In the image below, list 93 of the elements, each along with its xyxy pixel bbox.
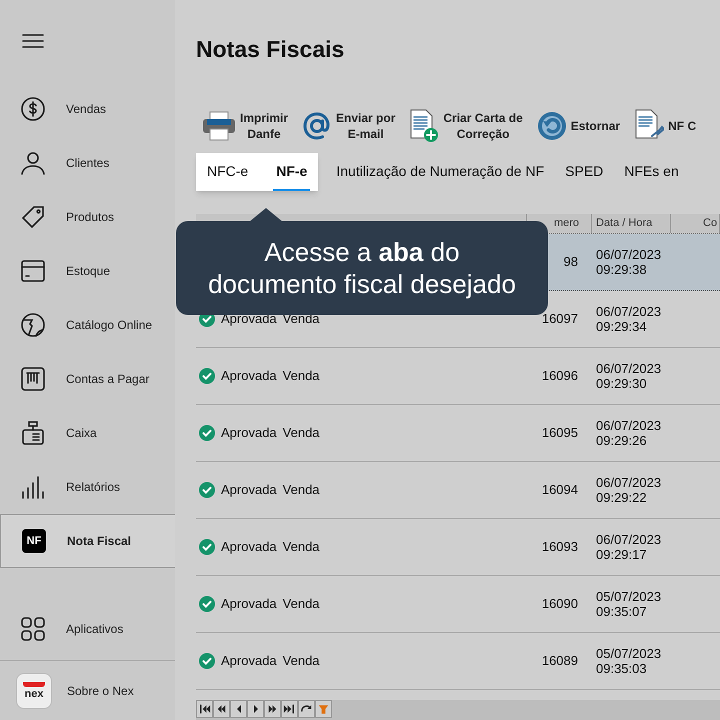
at-sign-icon <box>302 111 332 141</box>
bar-chart-icon <box>21 475 45 499</box>
sidebar-item[interactable]: Produtos <box>0 190 175 244</box>
page-title: Notas Fiscais <box>195 35 346 64</box>
table-row[interactable]: Aprovada Venda 16094 06/07/2023 09:29:22 <box>196 462 720 519</box>
table-row[interactable]: Aprovada Venda 16095 06/07/2023 09:29:26 <box>196 405 720 462</box>
status-text: Aprovada <box>221 310 277 328</box>
status-text: Aprovada <box>221 424 277 442</box>
toolbar-button[interactable]: Criar Carta de Correção <box>409 109 523 143</box>
undo-icon <box>536 111 567 141</box>
table-cell-text: 06/07/2023 09:29:34 <box>595 304 662 334</box>
table-cell-text: 16090 <box>540 595 579 614</box>
nf-badge-icon: NF <box>22 529 46 553</box>
tab[interactable]: NF-e <box>273 153 310 191</box>
column-header: Data / Hora <box>592 214 671 233</box>
box-icon <box>21 259 45 283</box>
toolbar-button[interactable]: Imprimir Danfe <box>202 110 288 142</box>
table-cell-text: 06/07/2023 09:29:22 <box>595 475 662 505</box>
app-grid-icon <box>21 617 45 641</box>
previous-icon <box>236 705 242 713</box>
check-circle-icon <box>199 368 215 384</box>
table-cell-text: 16094 <box>540 481 579 500</box>
table-cell-text: 16097 <box>540 310 579 328</box>
sidebar-item[interactable]: Contas a Pagar <box>0 352 175 406</box>
table-cell-text: 06/07/2023 09:29:17 <box>595 532 662 562</box>
sidebar-item[interactable]: Relatórios <box>0 460 175 514</box>
sidebar-item[interactable]: Clientes <box>0 136 175 190</box>
column-header: Co <box>671 214 720 233</box>
check-circle-icon <box>199 653 215 669</box>
sidebar-item[interactable]: Estoque <box>0 244 175 298</box>
table-cell-text: 06/07/2023 09:29:30 <box>595 361 662 391</box>
type-text: Venda <box>282 481 320 500</box>
toolbar-button[interactable]: Estornar <box>536 111 620 141</box>
pager-button[interactable] <box>230 700 247 718</box>
table-row[interactable]: Aprovada Venda 16090 05/07/2023 09:35:07 <box>196 576 720 633</box>
pager-button[interactable] <box>281 700 298 718</box>
printer-icon <box>202 111 236 141</box>
sidebar-item[interactable]: Caixa <box>0 406 175 460</box>
toolbar-button[interactable]: NF C <box>634 109 696 143</box>
check-circle-icon <box>199 425 215 441</box>
menu-icon[interactable] <box>22 33 44 49</box>
pager-button[interactable] <box>264 700 281 718</box>
first-page-icon <box>197 702 212 716</box>
cash-register-icon <box>21 421 45 445</box>
table-row[interactable]: Aprovada Venda 16096 06/07/2023 09:29:30 <box>196 348 720 405</box>
type-text: Venda <box>282 538 320 556</box>
check-circle-icon <box>199 596 215 612</box>
status-text: Aprovada <box>221 367 277 386</box>
sidebar-item[interactable]: nex Sobre o Nex <box>0 660 175 720</box>
table-cell-text: 16096 <box>540 367 579 386</box>
check-circle-icon <box>199 539 215 555</box>
table-cell-text: 16093 <box>540 538 579 556</box>
document-plus-icon <box>409 109 440 143</box>
check-circle-icon <box>199 482 215 498</box>
tab[interactable]: NFEs en <box>621 153 682 191</box>
type-text: Venda <box>282 310 320 328</box>
table-cell-text: 98 <box>562 253 579 272</box>
toolbar-button[interactable]: Enviar por E-mail <box>302 110 396 142</box>
globe-icon <box>21 313 45 337</box>
type-text: Venda <box>282 424 320 442</box>
type-text: Venda <box>282 652 320 670</box>
table-cell-text: 06/07/2023 09:29:38 <box>595 247 662 277</box>
register-tape-icon <box>21 367 45 391</box>
status-text: Aprovada <box>221 595 277 614</box>
last-page-icon <box>282 702 297 716</box>
table-row[interactable]: Aprovada Venda 16093 06/07/2023 09:29:17 <box>196 519 720 576</box>
table-cell-text: 05/07/2023 09:35:03 <box>595 646 662 676</box>
table-cell-text: 16089 <box>540 652 579 670</box>
table-cell-text: 05/07/2023 09:35:07 <box>595 589 662 619</box>
pager-button[interactable] <box>196 700 213 718</box>
status-text: Aprovada <box>221 538 277 556</box>
pager-button[interactable] <box>298 700 315 718</box>
nex-logo: nex <box>16 672 52 708</box>
sidebar-item[interactable]: Aplicativos <box>0 598 175 660</box>
person-icon <box>21 151 45 175</box>
pager-button[interactable] <box>247 700 264 718</box>
tab[interactable]: Inutilização de Numeração de NF <box>333 153 548 191</box>
tab[interactable]: SPED <box>562 153 606 191</box>
pager-button[interactable] <box>213 700 230 718</box>
sidebar-item[interactable]: NF Nota Fiscal <box>0 514 175 568</box>
tab[interactable]: NFC-e <box>204 153 252 191</box>
status-text: Aprovada <box>221 652 277 670</box>
table-cell-text: 06/07/2023 09:29:26 <box>595 418 662 448</box>
type-text: Venda <box>282 595 320 614</box>
type-text: Venda <box>282 367 320 386</box>
coin-icon <box>21 97 45 121</box>
tag-icon <box>21 205 45 229</box>
sidebar-item[interactable]: Catálogo Online <box>0 298 175 352</box>
next-icon <box>252 705 258 713</box>
table-cell-text: 16095 <box>540 424 579 442</box>
status-text: Aprovada <box>221 481 277 500</box>
sidebar-item[interactable]: Vendas <box>0 82 175 136</box>
table-row[interactable]: Aprovada Venda 16089 05/07/2023 09:35:03 <box>196 633 720 690</box>
